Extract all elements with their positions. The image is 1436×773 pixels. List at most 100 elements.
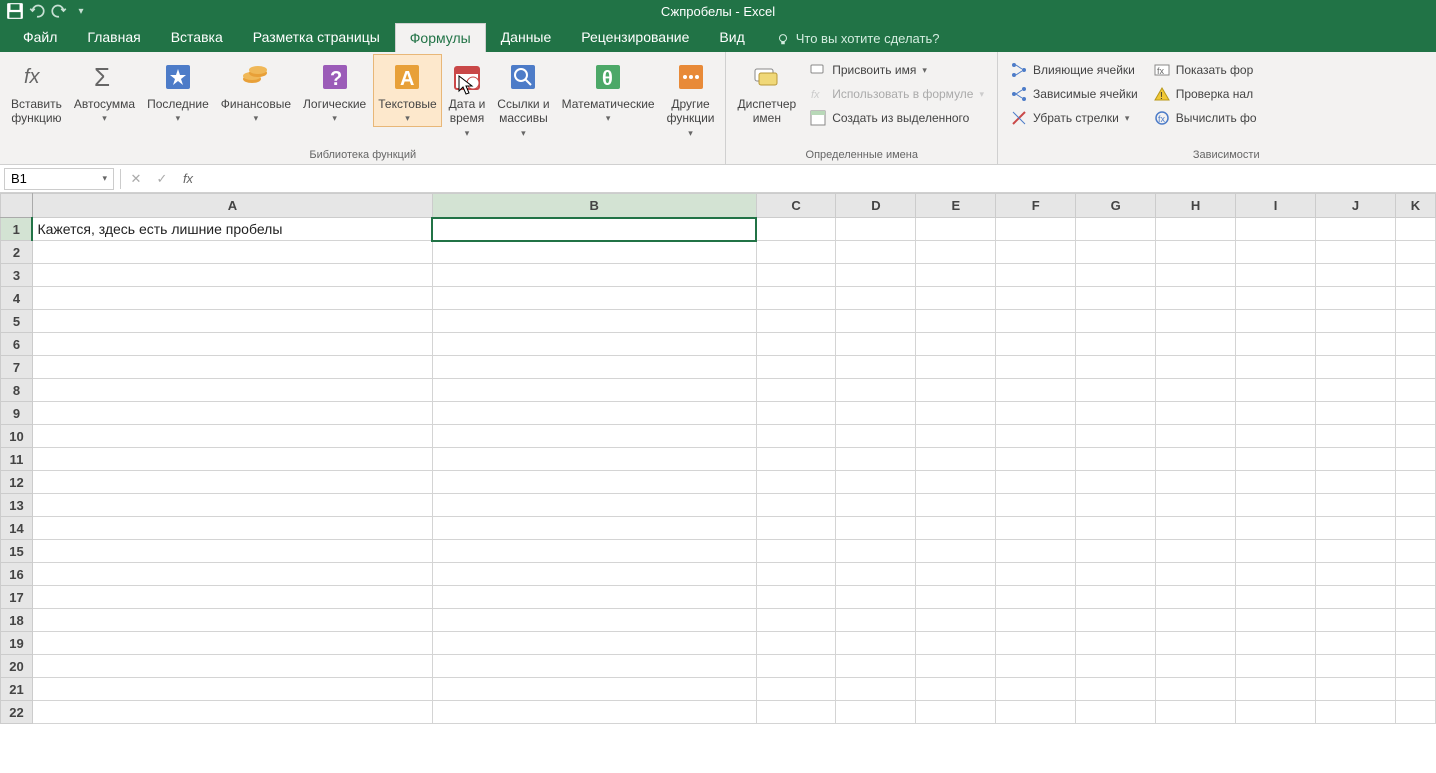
tab-formulas[interactable]: Формулы (395, 23, 486, 52)
cell-C12[interactable] (756, 471, 836, 494)
cell-G21[interactable] (1076, 678, 1156, 701)
cell-C15[interactable] (756, 540, 836, 563)
row-header-7[interactable]: 7 (1, 356, 33, 379)
cell-E12[interactable] (916, 471, 996, 494)
cell-B16[interactable] (432, 563, 756, 586)
chevron-down-icon[interactable]: ▾ (102, 173, 107, 184)
row-header-6[interactable]: 6 (1, 333, 33, 356)
cell-I13[interactable] (1236, 494, 1316, 517)
logical-button[interactable]: ? Логические ▾ (298, 54, 371, 127)
formula-input[interactable] (201, 168, 1436, 190)
cell-H3[interactable] (1156, 264, 1236, 287)
cell-I18[interactable] (1236, 609, 1316, 632)
cell-I5[interactable] (1236, 310, 1316, 333)
cell-E20[interactable] (916, 655, 996, 678)
enter-icon[interactable]: ✓ (149, 168, 175, 190)
cell-I17[interactable] (1236, 586, 1316, 609)
cell-H2[interactable] (1156, 241, 1236, 264)
redo-icon[interactable] (50, 2, 68, 20)
define-name-button[interactable]: Присвоить имя ▾ (803, 58, 991, 82)
cell-G15[interactable] (1076, 540, 1156, 563)
cell-G8[interactable] (1076, 379, 1156, 402)
cell-B13[interactable] (432, 494, 756, 517)
cell-G13[interactable] (1076, 494, 1156, 517)
cell-G17[interactable] (1076, 586, 1156, 609)
cell-E13[interactable] (916, 494, 996, 517)
show-formulas-button[interactable]: fx Показать фор (1147, 58, 1264, 82)
cell-I14[interactable] (1236, 517, 1316, 540)
cell-J22[interactable] (1316, 701, 1396, 724)
cell-A20[interactable] (32, 655, 432, 678)
cell-F18[interactable] (996, 609, 1076, 632)
cell-H19[interactable] (1156, 632, 1236, 655)
cell-F4[interactable] (996, 287, 1076, 310)
cell-A10[interactable] (32, 425, 432, 448)
cell-F8[interactable] (996, 379, 1076, 402)
cell-D3[interactable] (836, 264, 916, 287)
cell-E5[interactable] (916, 310, 996, 333)
cell-I12[interactable] (1236, 471, 1316, 494)
cell-C6[interactable] (756, 333, 836, 356)
cell-K10[interactable] (1395, 425, 1435, 448)
cell-K12[interactable] (1395, 471, 1435, 494)
cell-H12[interactable] (1156, 471, 1236, 494)
error-checking-button[interactable]: ! Проверка нал (1147, 82, 1264, 106)
cell-B20[interactable] (432, 655, 756, 678)
row-header-22[interactable]: 22 (1, 701, 33, 724)
cell-J9[interactable] (1316, 402, 1396, 425)
column-header-J[interactable]: J (1316, 194, 1396, 218)
undo-icon[interactable] (28, 2, 46, 20)
cell-B8[interactable] (432, 379, 756, 402)
cell-H18[interactable] (1156, 609, 1236, 632)
cell-G4[interactable] (1076, 287, 1156, 310)
cell-B22[interactable] (432, 701, 756, 724)
cell-F15[interactable] (996, 540, 1076, 563)
row-header-12[interactable]: 12 (1, 471, 33, 494)
cell-E14[interactable] (916, 517, 996, 540)
column-header-D[interactable]: D (836, 194, 916, 218)
cell-I10[interactable] (1236, 425, 1316, 448)
cell-E15[interactable] (916, 540, 996, 563)
cell-K19[interactable] (1395, 632, 1435, 655)
cell-J8[interactable] (1316, 379, 1396, 402)
cell-I2[interactable] (1236, 241, 1316, 264)
row-header-17[interactable]: 17 (1, 586, 33, 609)
cell-J11[interactable] (1316, 448, 1396, 471)
cell-I8[interactable] (1236, 379, 1316, 402)
cell-I20[interactable] (1236, 655, 1316, 678)
fx-button[interactable]: fx (175, 168, 201, 190)
cell-I15[interactable] (1236, 540, 1316, 563)
cell-A6[interactable] (32, 333, 432, 356)
row-header-19[interactable]: 19 (1, 632, 33, 655)
cell-C7[interactable] (756, 356, 836, 379)
cell-B11[interactable] (432, 448, 756, 471)
datetime-button[interactable]: Дата и время ▾ (444, 54, 491, 142)
cell-A15[interactable] (32, 540, 432, 563)
row-header-4[interactable]: 4 (1, 287, 33, 310)
cell-C1[interactable] (756, 218, 836, 241)
row-header-20[interactable]: 20 (1, 655, 33, 678)
cell-E17[interactable] (916, 586, 996, 609)
column-header-H[interactable]: H (1156, 194, 1236, 218)
cell-E22[interactable] (916, 701, 996, 724)
cell-C9[interactable] (756, 402, 836, 425)
cell-K15[interactable] (1395, 540, 1435, 563)
cell-J4[interactable] (1316, 287, 1396, 310)
cell-B7[interactable] (432, 356, 756, 379)
cell-B21[interactable] (432, 678, 756, 701)
tab-pagelayout[interactable]: Разметка страницы (238, 22, 395, 52)
cell-J19[interactable] (1316, 632, 1396, 655)
cell-I4[interactable] (1236, 287, 1316, 310)
cell-E6[interactable] (916, 333, 996, 356)
cell-E1[interactable] (916, 218, 996, 241)
cell-B2[interactable] (432, 241, 756, 264)
cell-F13[interactable] (996, 494, 1076, 517)
more-functions-button[interactable]: Другие функции ▾ (662, 54, 720, 142)
cell-J7[interactable] (1316, 356, 1396, 379)
cell-D7[interactable] (836, 356, 916, 379)
cell-B6[interactable] (432, 333, 756, 356)
column-header-K[interactable]: K (1395, 194, 1435, 218)
cell-J18[interactable] (1316, 609, 1396, 632)
cell-C10[interactable] (756, 425, 836, 448)
cell-A18[interactable] (32, 609, 432, 632)
